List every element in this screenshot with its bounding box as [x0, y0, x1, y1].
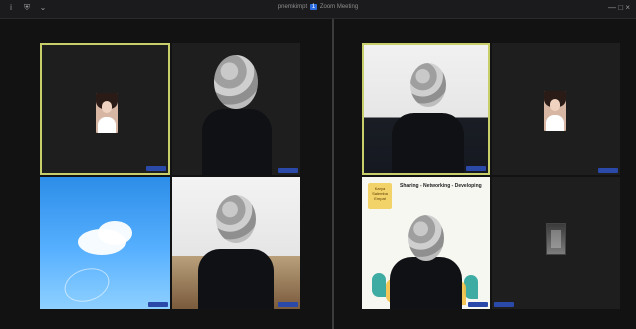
title-badge: 1 — [309, 4, 318, 10]
shared-photo — [546, 223, 566, 255]
minimize-icon[interactable]: — — [608, 3, 616, 12]
leaf-shape — [464, 275, 478, 299]
video-tile[interactable] — [40, 43, 170, 175]
video-tile[interactable] — [172, 177, 300, 309]
video-tile[interactable] — [492, 177, 620, 309]
brand-logo: Karya Salemba Empat — [368, 183, 392, 209]
title-right: Zoom Meeting — [319, 4, 359, 10]
window-title: pnemkimpt 1 Zoom Meeting — [0, 4, 636, 10]
logo-text: Karya Salemba Empat — [372, 186, 388, 201]
title-left: pnemkimpt — [277, 4, 308, 10]
window-controls: — □ × — [608, 3, 630, 12]
window-title-bar: i ⛨ ⌄ pnemkimpt 1 Zoom Meeting — □ × — [0, 0, 636, 19]
participant-video — [392, 45, 464, 173]
participant-avatar — [96, 93, 118, 133]
left-gallery — [0, 19, 332, 329]
participant-video — [198, 177, 274, 309]
video-tile[interactable] — [172, 43, 300, 175]
right-gallery: Karya Salemba Empat Sharing - Networking… — [334, 19, 636, 329]
participant-name-tag — [146, 166, 166, 171]
cloud-shape — [98, 221, 132, 245]
participant-video — [390, 177, 462, 309]
maximize-icon[interactable]: □ — [618, 3, 623, 12]
participant-video — [202, 43, 272, 175]
video-tile[interactable] — [492, 43, 620, 175]
participant-name-tag — [148, 302, 168, 307]
participant-name-tag — [466, 166, 486, 171]
video-tile[interactable] — [40, 177, 170, 309]
close-icon[interactable]: × — [625, 3, 630, 12]
leaf-shape — [372, 273, 386, 297]
participant-name-tag — [468, 302, 488, 307]
video-tile[interactable] — [362, 43, 490, 175]
video-tile[interactable]: Karya Salemba Empat Sharing - Networking… — [362, 177, 490, 309]
participant-name-tag — [598, 168, 618, 173]
zoom-screenshot: i ⛨ ⌄ pnemkimpt 1 Zoom Meeting — □ × Kar… — [0, 0, 636, 329]
participant-name-tag — [278, 168, 298, 173]
participant-name-tag — [494, 302, 514, 307]
participant-avatar — [544, 91, 566, 131]
participant-name-tag — [278, 302, 298, 307]
